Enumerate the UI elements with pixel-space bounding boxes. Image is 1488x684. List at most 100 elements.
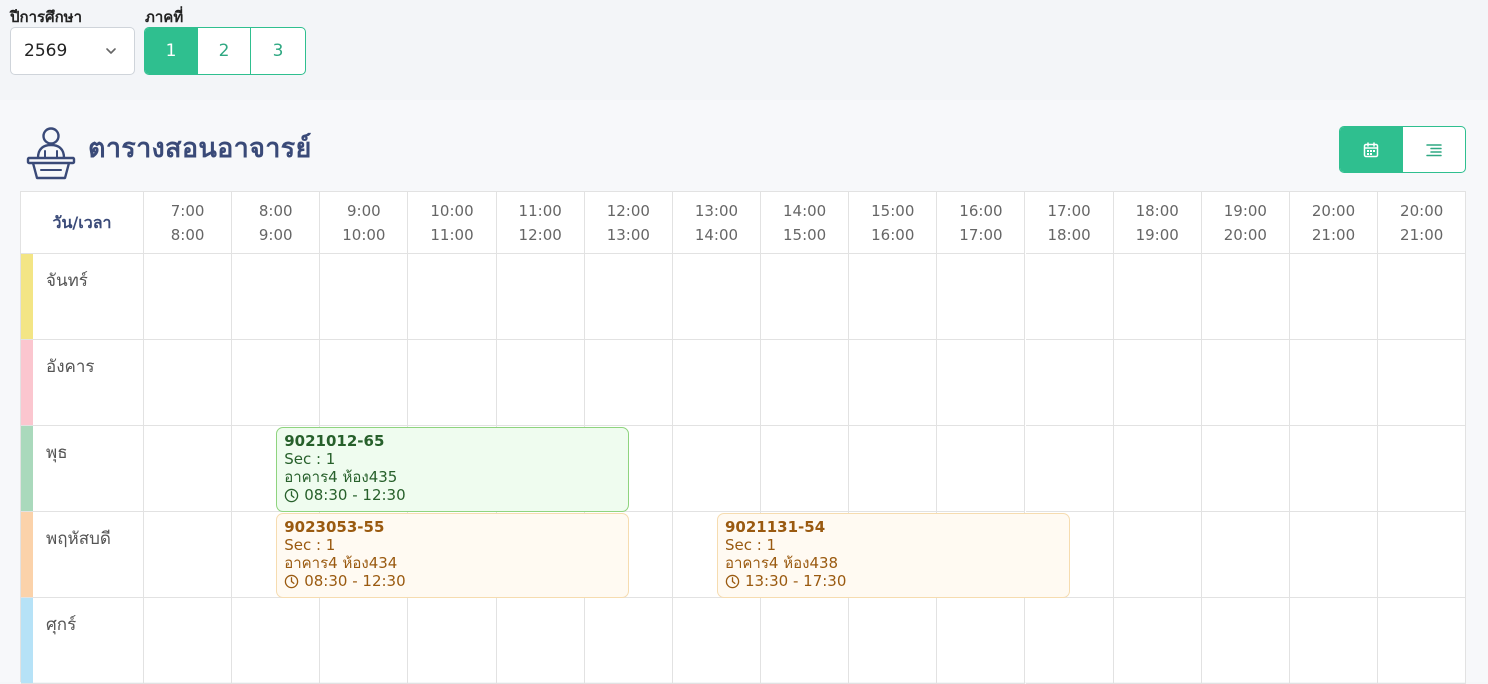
timetable-cell[interactable] <box>584 598 673 684</box>
timetable-cell[interactable] <box>232 598 321 684</box>
time-slot-header: 14:00 15:00 <box>761 192 850 254</box>
term-button-1[interactable]: 1 <box>145 28 198 74</box>
timetable-cell[interactable] <box>1201 512 1290 598</box>
timetable-cell[interactable] <box>496 598 585 684</box>
term-selector: 1 2 3 <box>144 27 306 75</box>
time-slot-header: 9:00 10:00 <box>320 192 409 254</box>
day-name: ศุกร์ <box>46 615 77 635</box>
timetable-cell[interactable] <box>584 340 673 426</box>
time-slot-start: 19:00 <box>1223 201 1267 220</box>
time-slot-start: 11:00 <box>518 201 562 220</box>
session-time: 08:30 - 12:30 <box>284 572 621 590</box>
timetable-cell[interactable] <box>232 340 321 426</box>
timetable-cell[interactable] <box>496 254 585 340</box>
day-name: อังคาร <box>46 357 95 377</box>
timetable-cell[interactable] <box>672 426 762 512</box>
time-slot-header: 17:00 18:00 <box>1025 192 1114 254</box>
timetable-cell[interactable] <box>408 598 497 684</box>
time-slot-start: 13:00 <box>694 201 739 220</box>
timetable-cell[interactable] <box>1201 254 1290 340</box>
calendar-icon <box>1364 141 1379 157</box>
day-name: จันทร์ <box>46 271 88 291</box>
timetable-cell[interactable] <box>1025 426 1114 512</box>
timetable-cell[interactable] <box>144 512 233 598</box>
calendar-view-button[interactable] <box>1340 127 1403 172</box>
timetable-cell[interactable] <box>672 254 762 340</box>
timetable-cell[interactable] <box>320 598 409 684</box>
term-button-2[interactable]: 2 <box>198 28 251 74</box>
timetable-cell[interactable] <box>672 340 762 426</box>
timetable-cell[interactable] <box>761 426 850 512</box>
timetable-cell[interactable] <box>1378 340 1467 426</box>
timetable-cell[interactable] <box>937 340 1026 426</box>
session-time-text: 08:30 - 12:30 <box>304 572 406 590</box>
timetable-cell[interactable] <box>144 426 233 512</box>
session-time: 08:30 - 12:30 <box>284 486 621 504</box>
timetable-cell[interactable] <box>672 598 762 684</box>
session-time: 13:30 - 17:30 <box>725 572 1062 590</box>
time-slot-end: 18:00 <box>1047 225 1091 244</box>
timetable-cell[interactable] <box>1289 254 1379 340</box>
day-row-label: พุธ <box>21 426 144 512</box>
timetable-cell[interactable] <box>761 598 850 684</box>
timetable-cell[interactable] <box>937 598 1026 684</box>
timetable-cell[interactable] <box>1113 598 1202 684</box>
timetable-cell[interactable] <box>1378 426 1467 512</box>
room-location: อาคาร4 ห้อง438 <box>724 554 839 572</box>
timetable-cell[interactable] <box>1113 340 1202 426</box>
timetable-cell[interactable] <box>584 254 673 340</box>
timetable-cell[interactable] <box>1025 340 1114 426</box>
timetable-cell[interactable] <box>1378 512 1467 598</box>
day-row-label: อังคาร <box>21 340 144 426</box>
timetable-cell[interactable] <box>1289 512 1379 598</box>
academic-year-label: ปีการศึกษา <box>10 8 82 26</box>
timetable-cell[interactable] <box>849 254 938 340</box>
time-slot-header: 13:00 14:00 <box>672 192 762 254</box>
time-slot-start: 7:00 <box>170 201 205 220</box>
timetable-cell[interactable] <box>408 340 497 426</box>
section-number: Sec : 1 <box>724 536 777 554</box>
clock-icon <box>284 488 299 502</box>
timetable-cell[interactable] <box>849 340 938 426</box>
timetable-cell[interactable] <box>144 254 233 340</box>
class-session-card[interactable]: 9023053-55 Sec : 1 อาคาร4 ห้อง434 08:30 - 1… <box>276 513 629 598</box>
timetable-cell[interactable] <box>1289 426 1379 512</box>
timetable-cell[interactable] <box>1289 340 1379 426</box>
timetable-cell[interactable] <box>937 426 1026 512</box>
timetable-cell[interactable] <box>1289 598 1379 684</box>
timetable-cell[interactable] <box>144 340 233 426</box>
class-session-card[interactable]: 9021131-54 Sec : 1 อาคาร4 ห้อง438 13:30 - 1… <box>716 513 1070 598</box>
timetable-cell[interactable] <box>849 426 938 512</box>
timetable-cell[interactable] <box>320 340 409 426</box>
term-label: ภาคที่ <box>145 8 184 26</box>
timetable-cell[interactable] <box>1025 254 1114 340</box>
timetable-cell[interactable] <box>761 254 850 340</box>
timetable-cell[interactable] <box>1378 598 1467 684</box>
list-view-button[interactable] <box>1403 127 1466 172</box>
timetable-cell[interactable] <box>1378 254 1467 340</box>
timetable-cell[interactable] <box>320 254 409 340</box>
timetable-cell[interactable] <box>496 340 585 426</box>
timetable-cell[interactable] <box>849 598 938 684</box>
section-number: Sec : 1 <box>284 536 336 554</box>
time-slot-end: 16:00 <box>871 225 915 244</box>
timetable-cell[interactable] <box>1113 512 1202 598</box>
timetable-cell[interactable] <box>1201 598 1290 684</box>
timetable-cell[interactable] <box>1113 254 1202 340</box>
chevron-down-icon <box>106 48 116 54</box>
timetable-cell[interactable] <box>937 254 1026 340</box>
time-slot-end: 9:00 <box>258 225 293 244</box>
timetable-cell[interactable] <box>144 598 233 684</box>
timetable-cell[interactable] <box>1201 340 1290 426</box>
timetable-cell[interactable] <box>1201 426 1290 512</box>
academic-year-value: 2569 <box>24 41 68 61</box>
timetable-cell[interactable] <box>232 254 321 340</box>
term-button-3[interactable]: 3 <box>251 28 305 74</box>
timetable-cell[interactable] <box>761 340 850 426</box>
timetable-cell[interactable] <box>408 254 497 340</box>
time-slot-header: 16:00 17:00 <box>937 192 1026 254</box>
academic-year-select[interactable]: 2569 <box>10 27 135 75</box>
timetable-cell[interactable] <box>1113 426 1202 512</box>
class-session-card[interactable]: 9021012-65 Sec : 1 อาคาร4 ห้อง435 08:30 - 1… <box>276 427 629 512</box>
timetable-cell[interactable] <box>1025 598 1114 684</box>
